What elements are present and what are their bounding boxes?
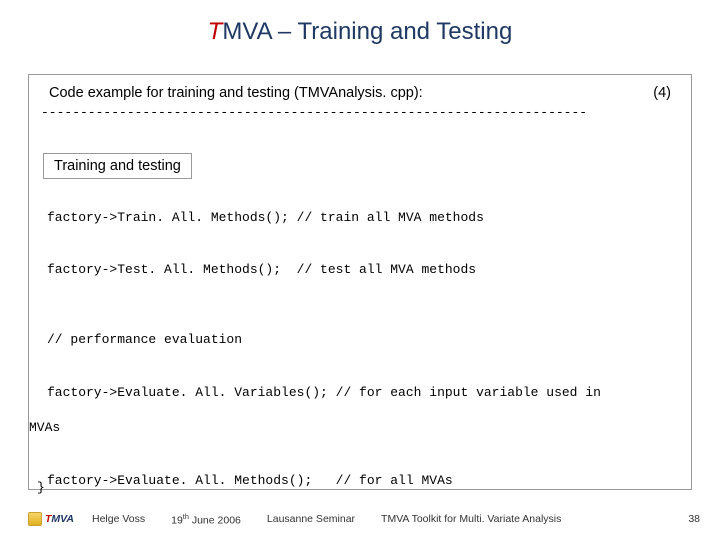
logo-text-rest: MVA xyxy=(51,513,74,525)
sub-caption-text: Training and testing xyxy=(54,158,181,174)
code-example-panel: Code example for training and testing (T… xyxy=(28,74,692,490)
footer-toolkit: TMVA Toolkit for Multi. Variate Analysis xyxy=(381,513,561,525)
footer-logo: TMVA xyxy=(28,512,74,526)
code-line: factory->Test. All. Methods(); // test a… xyxy=(47,261,685,279)
footer-date: 19th June 2006 xyxy=(171,512,241,527)
code-block: factory->Train. All. Methods(); // train… xyxy=(47,191,685,540)
slide-title: TMVA – Training and Testing xyxy=(0,0,720,46)
title-text: MVA – Training and Testing xyxy=(222,18,512,45)
sub-caption-box: Training and testing xyxy=(43,153,192,179)
code-line: factory->Evaluate. All. Variables(); // … xyxy=(47,384,685,402)
code-line: factory->Train. All. Methods(); // train… xyxy=(47,209,685,227)
title-brand-initial: T xyxy=(208,18,223,45)
footer-venue: Lausanne Seminar xyxy=(267,513,355,525)
closing-brace: } xyxy=(37,480,45,495)
footer: TMVA Helge Voss 19th June 2006 Lausanne … xyxy=(28,512,700,527)
panel-caption: Code example for training and testing (T… xyxy=(49,85,423,101)
footer-author: Helge Voss xyxy=(92,513,145,525)
divider-line: ----------------------------------------… xyxy=(29,101,691,120)
footer-date-day: 19 xyxy=(171,514,183,526)
code-line: // performance evaluation xyxy=(47,331,685,349)
code-line: factory->Evaluate. All. Methods(); // fo… xyxy=(47,472,685,490)
page-number: 38 xyxy=(688,513,700,525)
footer-date-rest: June 2006 xyxy=(189,514,241,526)
panel-caption-row: Code example for training and testing (T… xyxy=(29,75,691,101)
code-line-mvas: MVAs xyxy=(29,419,685,437)
logo-text: TMVA xyxy=(45,513,74,525)
logo-badge-icon xyxy=(28,512,42,526)
page-marker: (4) xyxy=(653,85,671,101)
